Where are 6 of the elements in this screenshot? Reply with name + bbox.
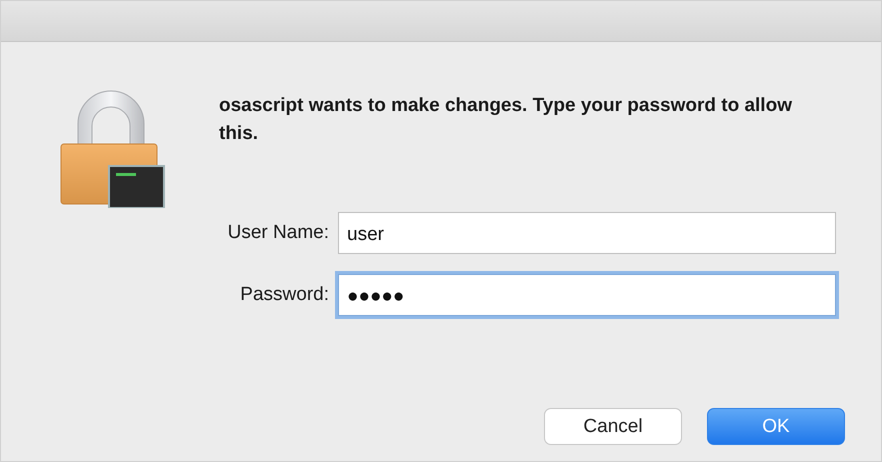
input-field[interactable]: user [338, 212, 836, 254]
dialog-message: osascript wants to make changes. Type your password to allow this. [219, 94, 793, 146]
field-label: User Name: [226, 222, 330, 244]
field-label: Password: [239, 284, 330, 306]
dialog-button[interactable]: Cancel [544, 408, 682, 445]
input-field[interactable]: ●●●●● [338, 274, 836, 316]
